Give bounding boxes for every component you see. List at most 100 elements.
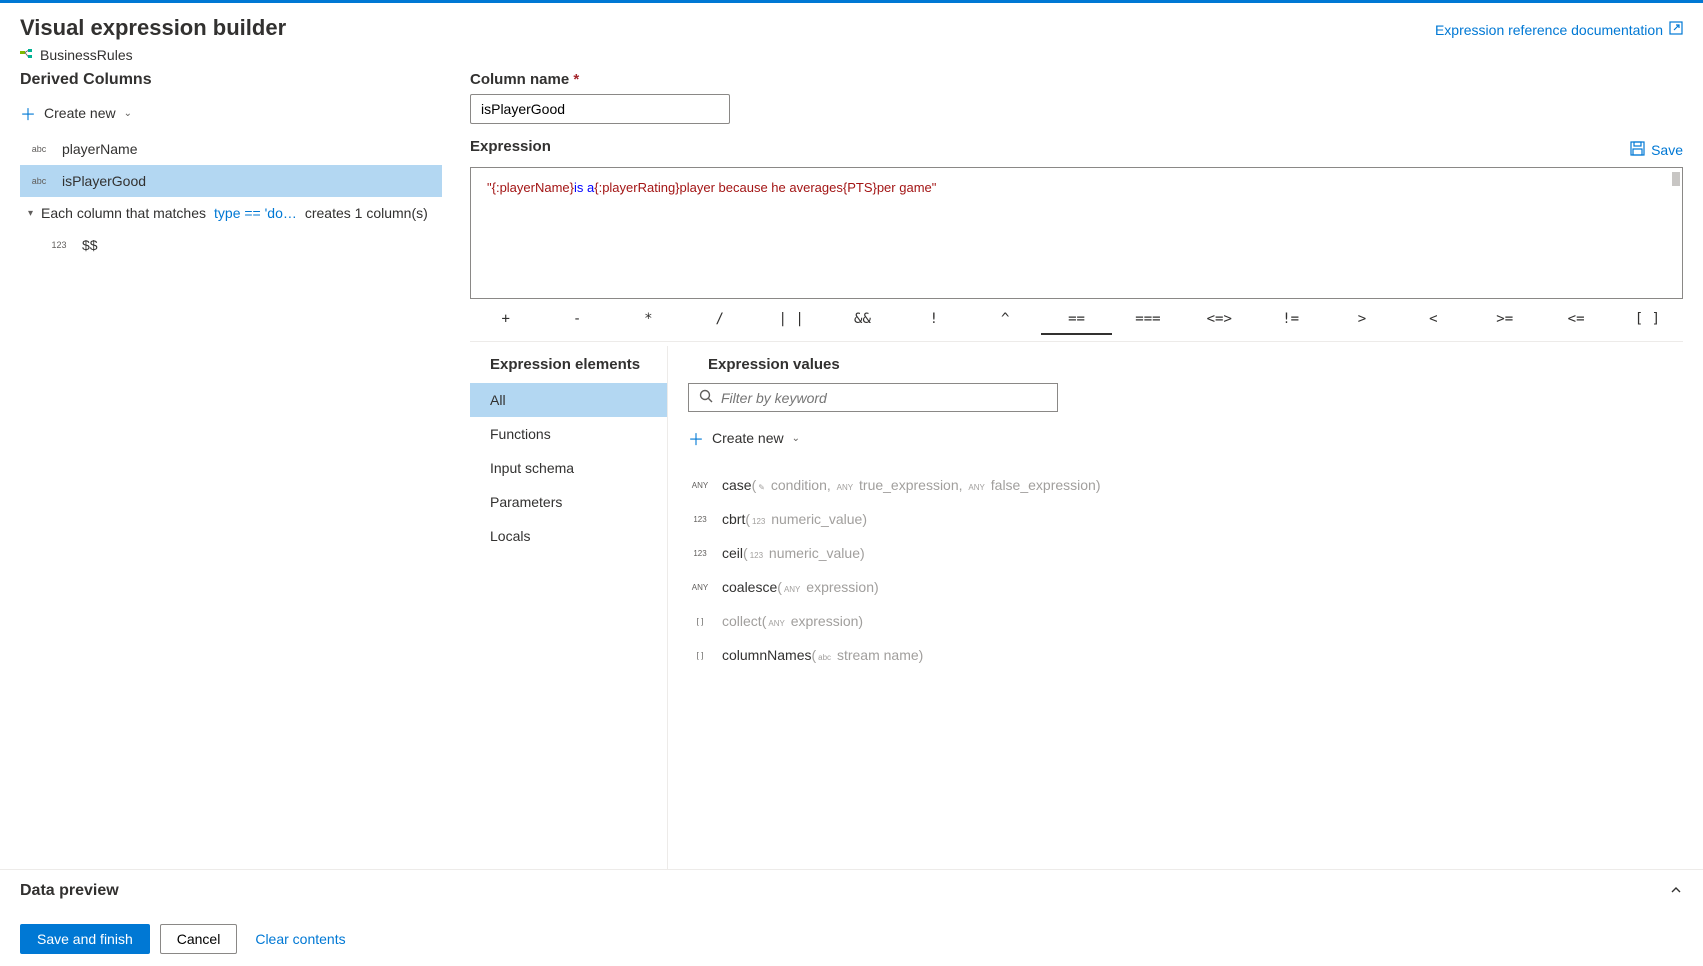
column-item-playername[interactable]: abc playerName bbox=[20, 133, 442, 165]
chevron-up-icon[interactable] bbox=[1669, 883, 1683, 900]
doc-link-label: Expression reference documentation bbox=[1435, 22, 1663, 38]
column-list: abc playerName abc isPlayerGood bbox=[20, 133, 442, 197]
sub-column-list: 123 $$ bbox=[20, 229, 442, 261]
sub-column-item[interactable]: 123 $$ bbox=[20, 229, 442, 261]
value-item[interactable]: [ ]columnNames(abc stream name) bbox=[688, 638, 1663, 672]
expression-elements-panel: Expression elements AllFunctionsInput sc… bbox=[470, 346, 668, 869]
operator-button[interactable]: - bbox=[541, 305, 612, 335]
column-name: isPlayerGood bbox=[62, 173, 146, 189]
expression-header: Expression Save bbox=[470, 138, 1683, 161]
arg-type-badge: ANY bbox=[835, 483, 855, 492]
function-args: (ANY expression) bbox=[777, 579, 878, 595]
sidebar: Derived Columns ＋ Create new ⌄ abc playe… bbox=[0, 63, 442, 869]
flow-icon bbox=[20, 48, 34, 62]
cancel-button[interactable]: Cancel bbox=[160, 924, 238, 954]
column-name-input[interactable] bbox=[470, 94, 730, 124]
content: Column name * Expression Save bbox=[442, 63, 1703, 869]
operator-toolbar: +-*/| |&&!^=====<=>!=><>=<=[ ] bbox=[470, 299, 1683, 342]
plus-icon: ＋ bbox=[20, 101, 36, 125]
function-name: columnNames bbox=[722, 647, 811, 663]
operator-button[interactable]: | | bbox=[755, 305, 826, 335]
return-type-badge: ANY bbox=[688, 583, 712, 592]
save-and-finish-button[interactable]: Save and finish bbox=[20, 924, 150, 954]
element-item[interactable]: Parameters bbox=[470, 485, 667, 519]
function-args: (123 numeric_value) bbox=[743, 545, 865, 561]
values-title: Expression values bbox=[688, 356, 1663, 383]
column-item-isplayergood[interactable]: abc isPlayerGood bbox=[20, 165, 442, 197]
expression-line: "{:playerName} is a {:playerRating} play… bbox=[487, 180, 1666, 195]
lower-panel: Expression elements AllFunctionsInput sc… bbox=[470, 346, 1683, 869]
footer: Save and finish Cancel Clear contents bbox=[0, 912, 1703, 966]
data-preview-bar[interactable]: Data preview bbox=[0, 869, 1703, 912]
operator-button[interactable]: > bbox=[1326, 305, 1397, 335]
pattern-prefix: Each column that matches bbox=[41, 205, 206, 221]
return-type-badge: [ ] bbox=[688, 651, 712, 660]
return-type-badge: 123 bbox=[688, 515, 712, 524]
arg-type-badge: abc bbox=[816, 653, 833, 662]
function-name: case bbox=[722, 477, 752, 493]
save-icon bbox=[1630, 141, 1645, 159]
function-args: (123 numeric_value) bbox=[745, 511, 867, 527]
operator-button[interactable]: == bbox=[1041, 305, 1112, 335]
function-name: cbrt bbox=[722, 511, 745, 527]
clear-contents-link[interactable]: Clear contents bbox=[247, 925, 353, 953]
create-new-label: Create new bbox=[44, 105, 116, 121]
operator-button[interactable]: <= bbox=[1540, 305, 1611, 335]
tok: {:playerRating} bbox=[594, 180, 679, 195]
value-list: ANYcase(✎ condition, ANY true_expression… bbox=[688, 468, 1663, 672]
element-item[interactable]: Locals bbox=[470, 519, 667, 553]
value-item[interactable]: ANY coalesce(ANY expression) bbox=[688, 570, 1663, 604]
function-signature: ceil(123 numeric_value) bbox=[722, 545, 865, 561]
tok: per game" bbox=[877, 180, 937, 195]
required-asterisk: * bbox=[573, 71, 579, 88]
arg-type-badge: ✎ bbox=[756, 483, 767, 492]
operator-button[interactable]: [ ] bbox=[1612, 305, 1683, 335]
column-pattern-row[interactable]: ▾ Each column that matches type == 'do… … bbox=[20, 197, 442, 229]
page-title: Visual expression builder bbox=[20, 15, 286, 41]
operator-button[interactable]: <=> bbox=[1184, 305, 1255, 335]
breadcrumb-label: BusinessRules bbox=[40, 47, 133, 63]
breadcrumb[interactable]: BusinessRules bbox=[20, 47, 286, 63]
value-item[interactable]: ANYcase(✎ condition, ANY true_expression… bbox=[688, 468, 1663, 502]
value-item[interactable]: [ ]collect(ANY expression) bbox=[688, 604, 1663, 638]
function-signature: coalesce(ANY expression) bbox=[722, 579, 879, 595]
arg-type-badge: ANY bbox=[766, 619, 786, 628]
operator-button[interactable]: && bbox=[827, 305, 898, 335]
create-new-column[interactable]: ＋ Create new ⌄ bbox=[20, 97, 442, 133]
element-item[interactable]: All bbox=[470, 383, 667, 417]
operator-button[interactable]: < bbox=[1398, 305, 1469, 335]
operator-button[interactable]: ^ bbox=[970, 305, 1041, 335]
save-label: Save bbox=[1651, 142, 1683, 158]
operator-button[interactable]: + bbox=[470, 305, 541, 335]
element-item[interactable]: Functions bbox=[470, 417, 667, 451]
pattern-expression[interactable]: type == 'do… bbox=[214, 205, 297, 221]
operator-button[interactable]: != bbox=[1255, 305, 1326, 335]
operator-button[interactable]: === bbox=[1112, 305, 1183, 335]
operator-button[interactable]: / bbox=[684, 305, 755, 335]
operator-button[interactable]: >= bbox=[1469, 305, 1540, 335]
header-left: Visual expression builder BusinessRules bbox=[20, 15, 286, 63]
value-item[interactable]: 123 cbrt(123 numeric_value) bbox=[688, 502, 1663, 536]
data-preview-title: Data preview bbox=[20, 882, 119, 900]
create-new-value[interactable]: ＋ Create new ⌄ bbox=[688, 422, 1663, 458]
tok: player because he averages bbox=[680, 180, 843, 195]
type-badge-123: 123 bbox=[48, 240, 70, 250]
function-name: coalesce bbox=[722, 579, 777, 595]
column-name: playerName bbox=[62, 141, 137, 157]
chevron-down-icon: ⌄ bbox=[124, 108, 132, 119]
save-expression-button[interactable]: Save bbox=[1630, 141, 1683, 159]
doc-link[interactable]: Expression reference documentation bbox=[1435, 21, 1683, 38]
filter-input[interactable] bbox=[721, 390, 1047, 406]
function-args: (ANY expression) bbox=[762, 613, 863, 629]
editor-scrollbar[interactable] bbox=[1670, 172, 1680, 294]
expression-editor[interactable]: "{:playerName} is a {:playerRating} play… bbox=[470, 167, 1683, 299]
filter-search-box[interactable] bbox=[688, 383, 1058, 412]
expression-values-panel: Expression values ＋ Create new ⌄ bbox=[668, 346, 1683, 869]
tok: "{:playerName} bbox=[487, 180, 574, 195]
operator-button[interactable]: ! bbox=[898, 305, 969, 335]
operator-button[interactable]: * bbox=[613, 305, 684, 335]
scrollbar-thumb[interactable] bbox=[1672, 172, 1680, 186]
value-item[interactable]: 123ceil(123 numeric_value) bbox=[688, 536, 1663, 570]
chevron-down-icon: ⌄ bbox=[792, 433, 800, 444]
element-item[interactable]: Input schema bbox=[470, 451, 667, 485]
